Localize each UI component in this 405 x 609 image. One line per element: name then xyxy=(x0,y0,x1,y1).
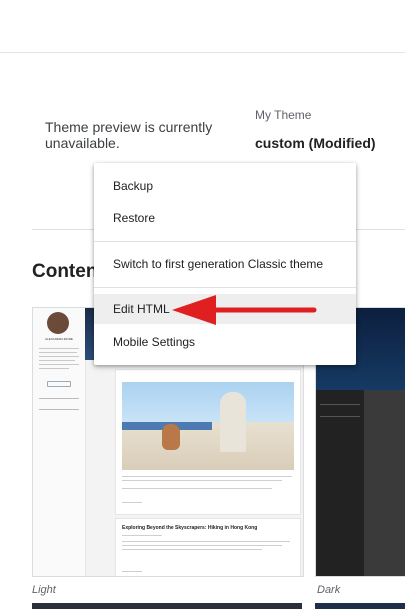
preview-menu-line xyxy=(320,404,360,405)
current-theme-name: custom (Modified) xyxy=(255,135,376,151)
menu-item-mobile-settings[interactable]: Mobile Settings xyxy=(94,327,356,357)
preview-text-line xyxy=(122,549,262,550)
preview-post xyxy=(115,369,301,515)
menu-divider xyxy=(94,241,356,242)
preview-sidebar: ALEXANDRA MORE xyxy=(33,308,86,576)
preview-text-line xyxy=(39,368,69,369)
preview-text-line xyxy=(39,360,75,361)
my-theme-label: My Theme xyxy=(255,108,312,122)
preview-text-line xyxy=(39,364,79,365)
preview-text-line xyxy=(122,488,272,489)
preview-text-line xyxy=(122,545,282,546)
preview-main xyxy=(364,390,405,576)
preview-post-title: Exploring Beyond the Skyscrapers: Hiking… xyxy=(122,525,258,531)
menu-divider xyxy=(94,287,356,288)
preview-post: Exploring Beyond the Skyscrapers: Hiking… xyxy=(115,518,301,576)
theme-options-menu: Backup Restore Switch to first generatio… xyxy=(94,163,356,365)
theme-card-row2-right[interactable] xyxy=(315,603,405,609)
preview-text-line xyxy=(122,541,290,542)
theme-label-dark: Dark xyxy=(317,584,341,596)
tower-shape xyxy=(220,392,246,452)
theme-card-row2-left[interactable] xyxy=(32,603,302,609)
menu-item-restore[interactable]: Restore xyxy=(94,203,356,233)
theme-label-light: Light xyxy=(32,584,56,596)
preview-text-line xyxy=(122,476,292,477)
preview-text-line xyxy=(39,356,79,357)
section-title: Content xyxy=(32,261,104,282)
preview-text-line xyxy=(39,348,79,349)
preview-text-line xyxy=(122,480,282,481)
annotation-arrow-icon xyxy=(172,295,317,325)
preview-text-line xyxy=(122,571,142,572)
menu-item-switch-classic[interactable]: Switch to first generation Classic theme xyxy=(94,249,356,279)
preview-follow-button xyxy=(47,381,71,387)
avatar xyxy=(47,312,69,334)
preview-text-line xyxy=(122,535,162,536)
preview-menu-line xyxy=(320,416,360,417)
menu-item-backup[interactable]: Backup xyxy=(94,171,356,201)
preview-menu-line xyxy=(39,409,79,410)
preview-sidebar xyxy=(316,390,364,576)
preview-text-line xyxy=(39,352,77,353)
preview-post-image xyxy=(122,382,294,470)
preview-author-name: ALEXANDRA MORE xyxy=(45,337,73,341)
preview-menu-line xyxy=(39,398,79,399)
preview-text-line xyxy=(122,502,142,503)
pot-shape xyxy=(162,424,180,450)
preview-unavailable-message: Theme preview is currently unavailable. xyxy=(45,119,213,151)
header-divider xyxy=(0,52,405,53)
